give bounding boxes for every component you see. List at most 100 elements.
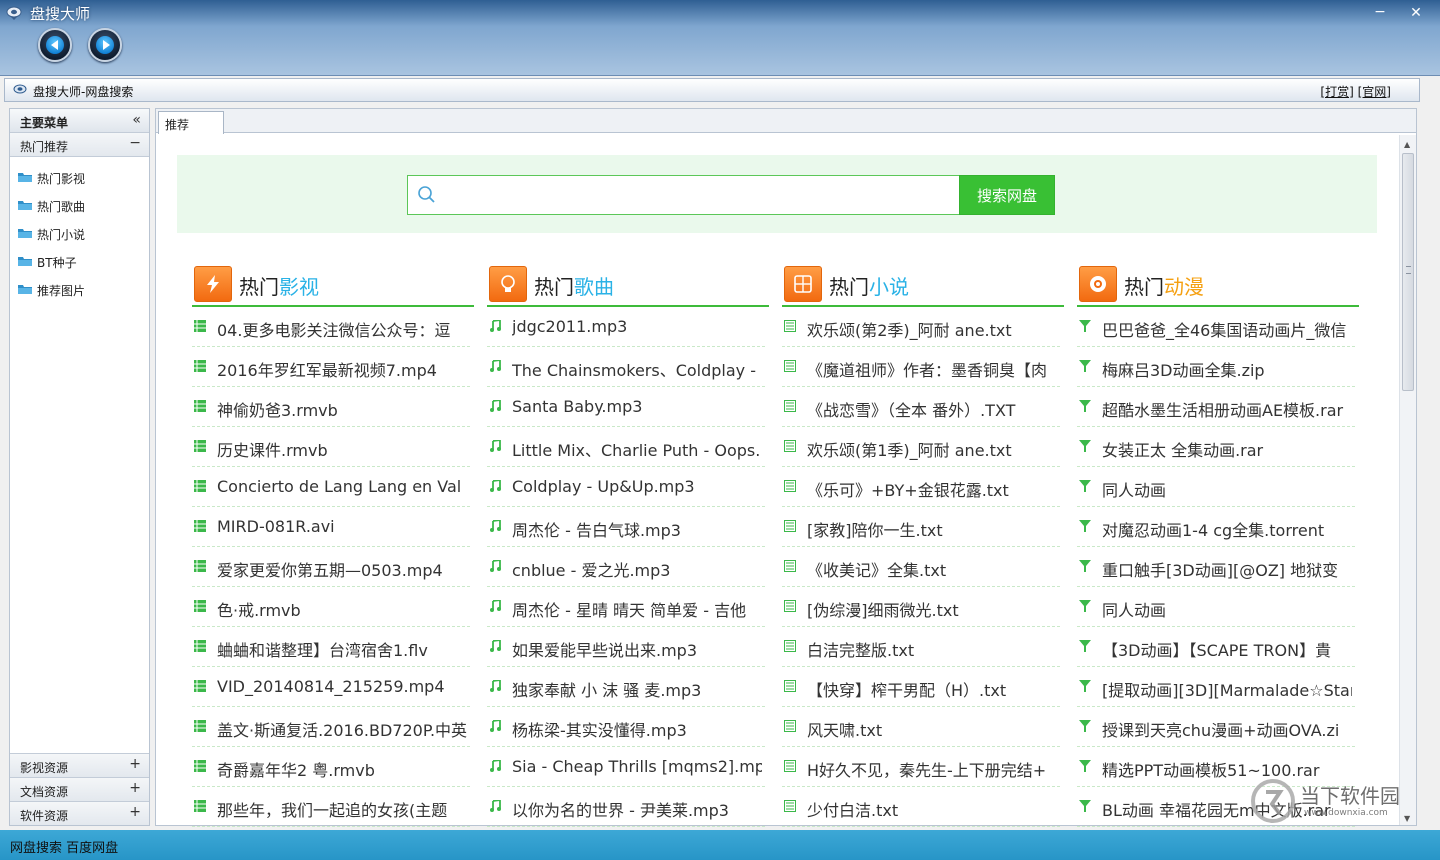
- close-button[interactable]: ✕: [1406, 2, 1426, 24]
- list-item[interactable]: Sia - Cheap Thrills [mqms2].mp: [487, 747, 765, 787]
- list-item[interactable]: 神偷奶爸3.rmvb: [192, 387, 470, 427]
- scrollbar-thumb[interactable]: [1402, 153, 1414, 391]
- search-input[interactable]: [446, 183, 946, 207]
- sidebar-group[interactable]: 软件资源 +: [10, 801, 149, 825]
- list-item[interactable]: 同人动画: [1077, 467, 1355, 507]
- vertical-scrollbar[interactable]: ▲ ▼: [1399, 135, 1416, 825]
- category-title[interactable]: 热门小说: [829, 271, 909, 300]
- music-note-icon: [490, 360, 501, 372]
- category-badge: [1079, 266, 1117, 302]
- sidebar-item[interactable]: 推荐图片: [10, 275, 149, 303]
- list-item[interactable]: 色·戒.rmvb: [192, 587, 470, 627]
- list-item[interactable]: [伪综漫]细雨微光.txt: [782, 587, 1060, 627]
- watermark-text: 当下软件园: [1300, 784, 1400, 808]
- list-item[interactable]: 以你为名的世界 - 尹美莱.mp3: [487, 787, 765, 827]
- list-item[interactable]: 【3D动画】【SCAPE TRON】貴: [1077, 627, 1355, 667]
- forward-button[interactable]: [88, 28, 122, 62]
- category-header: 热门歌曲: [487, 263, 769, 307]
- list-item[interactable]: 少付白洁.txt: [782, 787, 1060, 827]
- collapse-group-icon[interactable]: −: [129, 135, 141, 151]
- list-item[interactable]: 那些年，我们一起追的女孩(主题: [192, 787, 470, 827]
- main-panel: 推荐 搜索网盘 热门影视 04.更多电影关注微信公众号：逗 2016年罗红军最新视频…: [155, 108, 1417, 827]
- list-item[interactable]: Coldplay - Up&Up.mp3: [487, 467, 765, 507]
- list-item[interactable]: 《收美记》全集.txt: [782, 547, 1060, 587]
- category-title[interactable]: 热门影视: [239, 271, 319, 300]
- list-item[interactable]: 《乐可》+BY+金银花露.txt: [782, 467, 1060, 507]
- list-item[interactable]: 《战恋雪》（全本 番外）.TXT: [782, 387, 1060, 427]
- list-item[interactable]: Santa Baby.mp3: [487, 387, 765, 427]
- list-item[interactable]: VID_20140814_215259.mp4: [192, 667, 470, 707]
- list-item[interactable]: MIRD-081R.avi: [192, 507, 470, 547]
- list-item[interactable]: 授课到天亮chu漫画+动画OVA.zi: [1077, 707, 1355, 747]
- film-icon: [194, 360, 206, 372]
- search-button[interactable]: 搜索网盘: [959, 175, 1055, 215]
- category-title[interactable]: 热门动漫: [1124, 271, 1204, 300]
- back-button[interactable]: [38, 28, 72, 62]
- category-column: 热门歌曲 jdgc2011.mp3 The Chainsmokers、Coldpla…: [487, 263, 769, 827]
- minimize-button[interactable]: −: [1370, 2, 1390, 24]
- list-item[interactable]: 重口触手[3D动画][@OZ] 地狱变: [1077, 547, 1355, 587]
- list-item[interactable]: 欢乐颂(第2季)_阿耐 ane.txt: [782, 307, 1060, 347]
- list-item[interactable]: 【快穿】榨干男配（H）.txt: [782, 667, 1060, 707]
- collapse-sidebar-icon[interactable]: «: [132, 112, 141, 128]
- list-item[interactable]: 蛐蛐和谐整理】台湾宿舍1.flv: [192, 627, 470, 667]
- category-header: 热门小说: [782, 263, 1064, 307]
- list-item-text: 《战恋雪》（全本 番外）.TXT: [807, 401, 1016, 420]
- sidebar-header: 主要菜单 «: [10, 109, 149, 133]
- list-item[interactable]: 巴巴爸爸_全46集国语动画片_微信: [1077, 307, 1355, 347]
- list-item[interactable]: jdgc2011.mp3: [487, 307, 765, 347]
- list-item[interactable]: 爱家更爱你第五期—0503.mp4: [192, 547, 470, 587]
- list-item[interactable]: 杨栋梁-其实没懂得.mp3: [487, 707, 765, 747]
- list-item[interactable]: [家教]陪你一生.txt: [782, 507, 1060, 547]
- sidebar-group-hot[interactable]: 热门推荐 −: [10, 133, 149, 157]
- list-item[interactable]: 独家奉献 小 沫 骚 麦.mp3: [487, 667, 765, 707]
- list-item-text: 如果爱能早些说出来.mp3: [512, 641, 698, 660]
- list-item[interactable]: Little Mix、Charlie Puth - Oops.: [487, 427, 765, 467]
- doc-icon: [784, 400, 796, 412]
- sidebar-item[interactable]: BT种子: [10, 247, 149, 275]
- sidebar-group[interactable]: 文档资源 +: [10, 777, 149, 801]
- expand-group-icon[interactable]: +: [129, 804, 141, 820]
- expand-group-icon[interactable]: +: [129, 780, 141, 796]
- list-item[interactable]: 04.更多电影关注微信公众号：逗: [192, 307, 470, 347]
- list-item-text: 周杰伦 - 星晴 晴天 简单爱 - 吉他: [512, 601, 747, 620]
- donate-link[interactable]: [打赏]: [1320, 85, 1353, 99]
- list-item[interactable]: 周杰伦 - 星晴 晴天 简单爱 - 吉他: [487, 587, 765, 627]
- list-item[interactable]: [提取动画][3D][Marmalade☆Star: [1077, 667, 1355, 707]
- list-item[interactable]: 奇爵嘉年华2 粤.rmvb: [192, 747, 470, 787]
- list-item[interactable]: 历史课件.rmvb: [192, 427, 470, 467]
- list-item[interactable]: 如果爱能早些说出来.mp3: [487, 627, 765, 667]
- sidebar-item[interactable]: 热门影视: [10, 163, 149, 191]
- sidebar-group[interactable]: 影视资源 +: [10, 753, 149, 777]
- website-link[interactable]: [官网]: [1358, 85, 1391, 99]
- list-item[interactable]: 同人动画: [1077, 587, 1355, 627]
- list-item[interactable]: 风天啸.txt: [782, 707, 1060, 747]
- list-item[interactable]: 对魔忍动画1-4 cg全集.torrent: [1077, 507, 1355, 547]
- list-item-text: 女装正太 全集动画.rar: [1102, 441, 1264, 460]
- sidebar: 主要菜单 « 热门推荐 − 热门影视 热门歌曲热门小说 BT种子 推荐图片 影视资源 +…: [9, 108, 150, 826]
- sidebar-item[interactable]: 热门小说: [10, 219, 149, 247]
- list-item[interactable]: 2016年罗红军最新视频7.mp4: [192, 347, 470, 387]
- scroll-up-icon[interactable]: ▲: [1404, 140, 1410, 149]
- category-column: 热门影视 04.更多电影关注微信公众号：逗 2016年罗红军最新视频7.mp4 神偷奶…: [192, 263, 474, 827]
- list-item[interactable]: 欢乐颂(第1季)_阿耐 ane.txt: [782, 427, 1060, 467]
- list-item[interactable]: 《魔道祖师》作者：墨香铜臭【肉: [782, 347, 1060, 387]
- tab-recommend[interactable]: 推荐: [158, 111, 224, 134]
- watermark: 当下软件园 www.downxia.com: [1250, 776, 1420, 828]
- list-item[interactable]: 盖文·斯通复活.2016.BD720P.中英: [192, 707, 470, 747]
- list-item[interactable]: 梅麻吕3D动画全集.zip: [1077, 347, 1355, 387]
- list-item[interactable]: 女装正太 全集动画.rar: [1077, 427, 1355, 467]
- list-item[interactable]: Concierto de Lang Lang en Val: [192, 467, 470, 507]
- list-item[interactable]: cnblue - 爱之光.mp3: [487, 547, 765, 587]
- list-item-text: 爱家更爱你第五期—0503.mp4: [217, 561, 443, 580]
- expand-group-icon[interactable]: +: [129, 756, 141, 772]
- sidebar-item-label: 热门小说: [37, 228, 86, 242]
- list-item[interactable]: 白洁完整版.txt: [782, 627, 1060, 667]
- category-title[interactable]: 热门歌曲: [534, 271, 614, 300]
- sidebar-item[interactable]: 热门歌曲: [10, 191, 149, 219]
- list-item[interactable]: 周杰伦 - 告白气球.mp3: [487, 507, 765, 547]
- book-icon: [794, 275, 812, 293]
- list-item[interactable]: 超酷水墨生活相册动画AE模板.rar: [1077, 387, 1355, 427]
- list-item[interactable]: The Chainsmokers、Coldplay -: [487, 347, 765, 387]
- list-item[interactable]: H好久不见，秦先生-上下册完结+: [782, 747, 1060, 787]
